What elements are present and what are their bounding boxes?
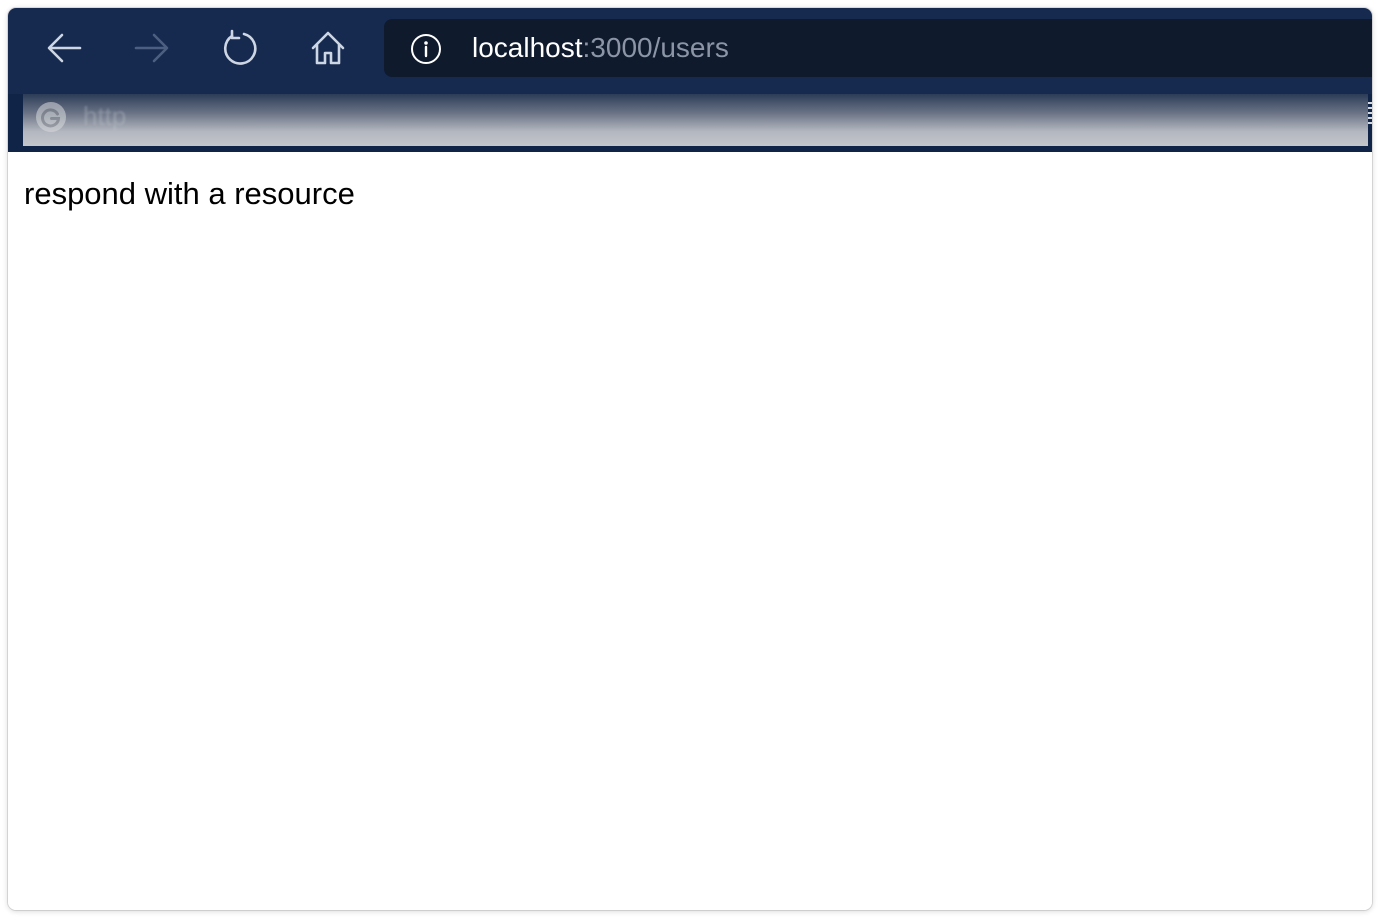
page-content: respond with a resource [8, 152, 1372, 910]
bookmarks-overflow-icon[interactable] [1368, 102, 1372, 124]
url-path: :3000/users [582, 32, 729, 63]
forward-button[interactable] [130, 26, 174, 70]
response-text: respond with a resource [24, 176, 355, 211]
url-host: localhost [472, 32, 583, 63]
back-button[interactable] [42, 26, 86, 70]
browser-toolbar: localhost:3000/users [8, 8, 1372, 94]
address-bar[interactable]: localhost:3000/users [384, 19, 1372, 77]
info-icon[interactable] [410, 33, 442, 65]
browser-window: localhost:3000/users http respond with a… [8, 8, 1372, 910]
url-text[interactable]: localhost:3000/users [472, 32, 729, 64]
google-icon[interactable] [35, 101, 67, 133]
arrow-left-icon [47, 33, 82, 63]
home-icon [311, 31, 345, 65]
arrow-right-icon [134, 33, 169, 63]
bookmarks-bar: http [8, 94, 1372, 152]
bookmark-label[interactable]: http [83, 100, 126, 132]
reload-button[interactable] [218, 26, 262, 70]
reload-icon [223, 29, 257, 65]
blurred-bookmark-region: http [23, 94, 1368, 146]
home-button[interactable] [306, 26, 350, 70]
